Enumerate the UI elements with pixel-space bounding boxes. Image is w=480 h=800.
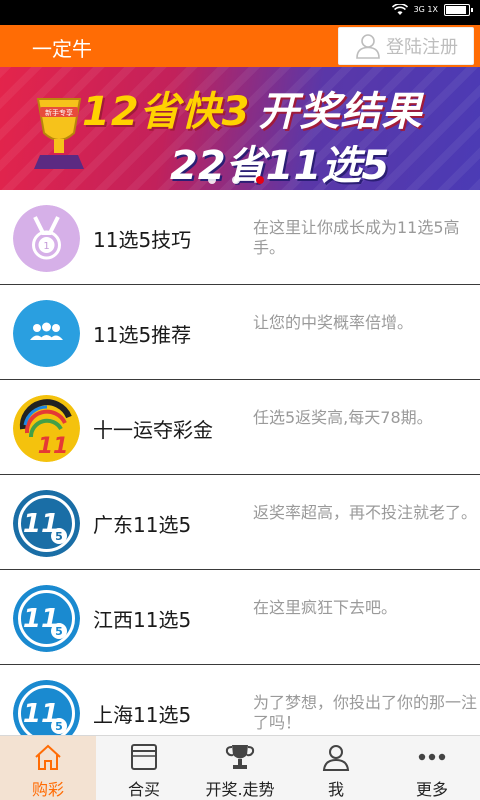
item-desc: 让您的中奖概率倍增。 [253,313,414,332]
item-desc: 在这里疯狂下去吧。 [253,598,398,617]
list-item[interactable]: 11 十一运夺彩金 任选5返奖高,每天78期。 [0,380,480,475]
list-item[interactable]: 11选5推荐 让您的中奖概率倍增。 [0,285,480,380]
tab-label: 开奖.走势 [205,780,275,799]
item-name: 11选5技巧 [93,228,192,252]
home-icon [35,744,61,770]
bottom-tab-bar: 购彩 合买 开奖.走势 我 更多 [0,735,480,800]
item-desc: 任选5返奖高,每天78期。 [253,408,433,427]
app-title: 一定牛 [32,37,92,61]
medal-icon: 1 [13,205,80,272]
tab-me[interactable]: 我 [288,736,384,800]
battery-icon [444,4,473,16]
tab-label: 合买 [127,780,160,799]
login-register-button[interactable]: 登陆注册 [338,27,474,65]
trophy-icon [225,745,255,769]
user-icon [322,745,350,771]
item-desc: 在这里让你成长成为11选5高手。 [253,218,460,257]
list-item[interactable]: 11 5 江西11选5 在这里疯狂下去吧。 [0,570,480,665]
svg-text:5: 5 [55,625,63,638]
banner-k3-text: 12省快3 [82,89,251,135]
pager-dot-active[interactable] [256,176,264,184]
tab-buy[interactable]: 购彩 [0,736,96,800]
login-register-label: 登陆注册 [386,37,458,58]
tab-results-trend[interactable]: 开奖.走势 [192,736,288,800]
item-name: 11选5推荐 [93,323,192,347]
more-icon [418,753,446,761]
item-desc: 返奖率超高，再不投注就老了。 [253,503,478,522]
status-bar: 3G 1X [0,0,480,25]
item-desc: 为了梦想，你投出了你的那一注了吗！ [253,693,478,732]
lottery-11-logo-icon: 11 [13,395,80,462]
list-item[interactable]: 1 11选5技巧 在这里让你成长成为11选5高手。 [0,190,480,285]
tab-label: 购彩 [31,780,64,799]
users-icon [13,300,80,367]
trophy-graphic: 新手专享 [34,98,84,169]
banner-line-1: 12省快3 开奖结果 [82,79,423,137]
browser-icon [131,744,157,770]
banner-result-text: 开奖结果 [258,89,423,135]
svg-text:5: 5 [55,720,63,733]
banner-line-2: 22省11选5 [170,143,390,189]
lottery-list: 1 11选5技巧 在这里让你成长成为11选5高手。 11选5推荐 让您的中奖概率… [0,190,480,760]
pager-dot[interactable] [208,176,216,184]
promo-banner[interactable]: 新手专享 12省快3 开奖结果 22省11选5 [0,67,480,190]
tab-label: 我 [327,780,344,799]
list-item[interactable]: 11 5 广东11选5 返奖率超高，再不投注就老了。 [0,475,480,570]
tab-label: 更多 [415,780,448,799]
tab-group-buy[interactable]: 合买 [96,736,192,800]
item-name: 十一运夺彩金 [93,418,213,442]
ball-11-5-icon: 11 5 [13,490,80,557]
svg-text:1: 1 [43,241,49,252]
svg-text:11: 11 [38,434,69,459]
ball-11-5-icon: 11 5 [13,585,80,652]
tab-more[interactable]: 更多 [384,736,480,800]
item-name: 广东11选5 [93,513,192,537]
item-name: 江西11选5 [93,608,192,632]
banner-pager [208,176,264,184]
item-name: 上海11选5 [93,703,192,727]
wifi-icon [391,4,408,15]
top-bar: 一定牛 登陆注册 [0,25,480,67]
pager-dot[interactable] [232,176,240,184]
badge-text: 新手专享 [45,108,73,117]
network-type: 3G 1X [413,5,438,14]
user-outline-icon [356,34,380,59]
svg-text:5: 5 [55,530,63,543]
